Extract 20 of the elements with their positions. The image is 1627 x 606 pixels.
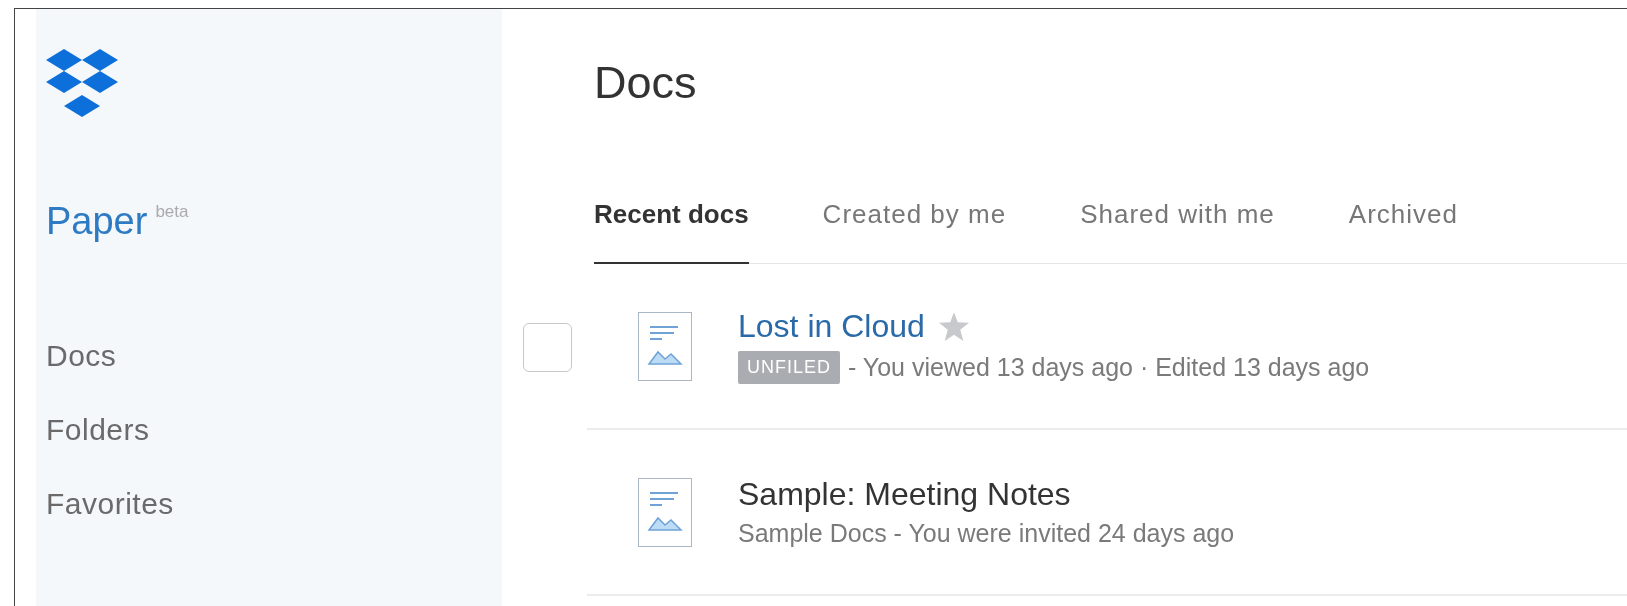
- doc-meta: - You viewed 13 days ago · Edited 13 days ago: [848, 353, 1370, 382]
- tab[interactable]: Recent docs: [594, 199, 749, 264]
- box-logo-icon: [46, 49, 118, 117]
- page-title: Docs: [594, 57, 698, 109]
- sidebar-item[interactable]: Docs: [46, 339, 174, 373]
- checkbox[interactable]: [523, 322, 572, 372]
- tab[interactable]: Archived: [1348, 199, 1458, 264]
- beta-label: beta: [155, 202, 189, 222]
- doc-title[interactable]: Sample: Meeting Notes: [738, 476, 1071, 513]
- document-icon: [638, 477, 692, 547]
- doc-title[interactable]: Lost in Cloud: [738, 308, 925, 345]
- sidebar-item[interactable]: Folders: [46, 413, 174, 447]
- document-icon: [638, 311, 692, 381]
- doc-meta: Sample Docs - You were invited 24 days ago: [738, 519, 1235, 548]
- sidebar-item[interactable]: Favorites: [46, 487, 174, 521]
- tab[interactable]: Created by me: [822, 199, 1007, 264]
- brand-name: Paper: [46, 200, 148, 243]
- status-tag: UNFILED: [738, 351, 840, 384]
- star-icon[interactable]: [938, 312, 969, 341]
- tab[interactable]: Shared with me: [1080, 199, 1275, 264]
